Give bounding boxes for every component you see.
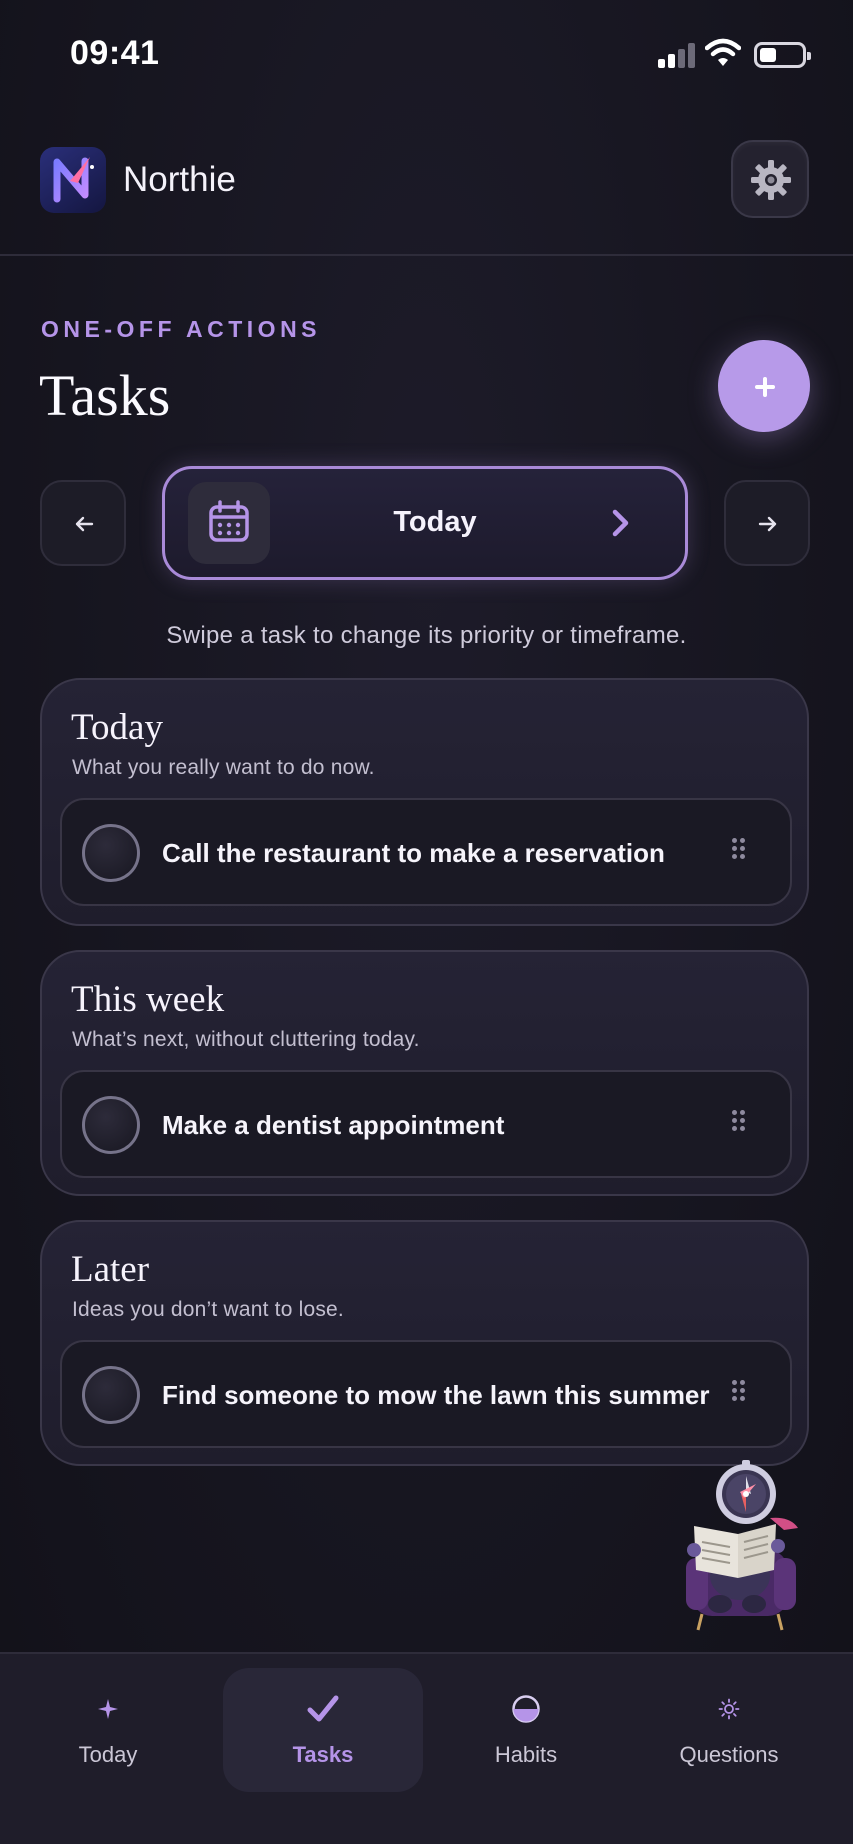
- drag-handle-icon[interactable]: [732, 838, 746, 860]
- status-bar: 09:41: [0, 0, 853, 110]
- task-item[interactable]: Make a dentist appointment: [60, 1070, 792, 1178]
- group-title: Later: [71, 1249, 150, 1290]
- app-logo-icon: [40, 147, 106, 213]
- bottom-tab-bar: Today Tasks Habits Questions: [0, 1652, 853, 1844]
- gear-icon: [751, 160, 791, 200]
- previous-day-button[interactable]: [40, 480, 126, 566]
- task-checkbox[interactable]: [82, 1096, 140, 1154]
- settings-button[interactable]: [731, 140, 809, 218]
- tab-questions[interactable]: Questions: [629, 1668, 829, 1792]
- group-subtitle: Ideas you don’t want to lose.: [72, 1298, 344, 1321]
- tab-tasks[interactable]: Tasks: [223, 1668, 423, 1792]
- task-item[interactable]: Find someone to mow the lawn this summer: [60, 1340, 792, 1448]
- arrow-left-icon: [75, 516, 94, 532]
- tab-label: Habits: [494, 1742, 558, 1767]
- section-eyebrow: ONE-OFF ACTIONS: [41, 316, 322, 342]
- next-day-button[interactable]: [724, 480, 810, 566]
- drag-handle-icon[interactable]: [732, 1110, 746, 1132]
- wifi-icon: [705, 38, 741, 66]
- task-group-today: Today What you really want to do now. Ca…: [40, 678, 809, 926]
- task-label: Make a dentist appointment: [162, 1110, 505, 1140]
- group-title: Today: [71, 707, 163, 748]
- app-header: Northie: [0, 130, 853, 256]
- drag-handle-icon[interactable]: [732, 1380, 746, 1402]
- tab-label: Questions: [679, 1742, 779, 1767]
- chevron-right-icon: [612, 509, 629, 537]
- tab-habits[interactable]: Habits: [426, 1668, 626, 1792]
- tab-label: Tasks: [292, 1742, 354, 1767]
- checkmark-icon: [307, 1695, 339, 1722]
- tasks-screen: 09:41 Northie ONE-OFF ACTIONS Tasks Toda…: [0, 0, 853, 1844]
- app-name: Northie: [123, 160, 236, 199]
- task-label: Find someone to mow the lawn this summer: [162, 1380, 710, 1410]
- group-title: This week: [71, 979, 225, 1020]
- mascot-reading-newspaper-illustration: [686, 1460, 798, 1631]
- tab-today[interactable]: Today: [8, 1668, 208, 1792]
- half-circle-icon: [512, 1695, 540, 1723]
- cellular-signal-icon: [658, 42, 696, 68]
- sun-icon: [718, 1698, 740, 1720]
- task-group-this-week: This week What’s next, without clutterin…: [40, 950, 809, 1196]
- group-subtitle: What you really want to do now.: [72, 756, 375, 779]
- swipe-hint: Swipe a task to change its priority or t…: [166, 622, 687, 649]
- status-time: 09:41: [70, 34, 160, 72]
- add-task-button[interactable]: [718, 340, 810, 432]
- task-checkbox[interactable]: [82, 1366, 140, 1424]
- task-label: Call the restaurant to make a reservatio…: [162, 838, 665, 868]
- task-group-later: Later Ideas you don’t want to lose. Find…: [40, 1220, 809, 1466]
- battery-icon: [754, 42, 811, 68]
- group-subtitle: What’s next, without cluttering today.: [72, 1028, 420, 1051]
- page-title: Tasks: [39, 363, 171, 428]
- date-selector[interactable]: Today: [162, 466, 688, 580]
- task-item[interactable]: Call the restaurant to make a reservatio…: [60, 798, 792, 906]
- task-checkbox[interactable]: [82, 824, 140, 882]
- tab-label: Today: [78, 1742, 138, 1767]
- arrow-right-icon: [758, 516, 777, 532]
- sparkle-icon: [98, 1699, 118, 1719]
- date-label: Today: [393, 506, 477, 538]
